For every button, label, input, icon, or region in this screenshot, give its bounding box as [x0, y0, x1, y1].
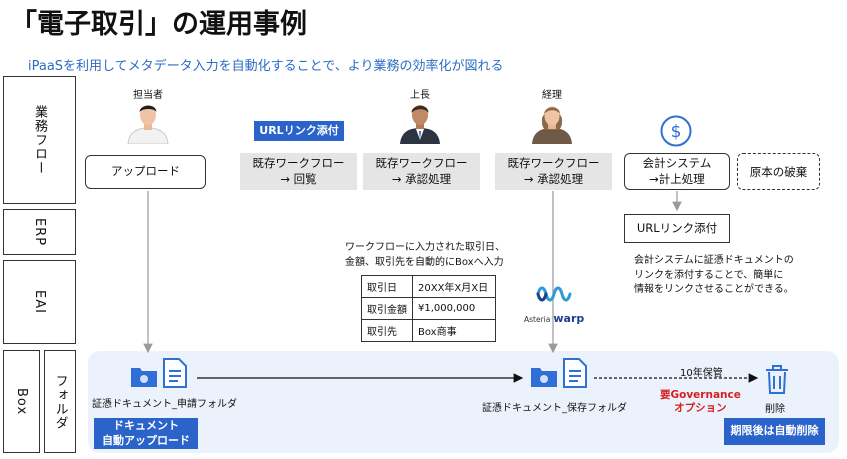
store-folder-caption: 証憑ドキュメント_保存フォルダ [482, 403, 627, 414]
upload-box: アップロード [85, 155, 206, 189]
destroy-original-box: 原本の破棄 [737, 153, 820, 190]
apply-folder-caption: 証憑ドキュメント_申請フォルダ [92, 399, 237, 410]
dollar-icon: $ [660, 115, 692, 147]
person-label-accounting: 経理 [542, 90, 562, 101]
asteria-warp-logo-text: Asteria warp [524, 312, 585, 325]
owner-person-icon [127, 105, 169, 144]
workflow-accounting-box: 既存ワークフロー → 承認処理 [495, 153, 612, 190]
apply-folder-icon [131, 368, 157, 387]
asteria-warp-logo-icon [536, 286, 572, 302]
apply-document-icon [163, 358, 187, 388]
table-row: 取引先 Box商事 [361, 319, 496, 342]
workflow-view-box: 既存ワークフロー → 回覧 [240, 153, 357, 190]
metadata-table: 取引日 20XX年X月X日 取引金額 ¥1,000,000 取引先 Box商事 [361, 275, 496, 342]
workflow-input-note: ワークフローに入力された取引日、 金額、取引先を自動的にBoxへ入力 [345, 242, 505, 268]
store-document-icon [563, 358, 587, 388]
svg-text:$: $ [671, 122, 682, 142]
auto-delete-tag: 期限後は自動削除 [724, 418, 825, 445]
url-link-tag: URLリンク添付 [254, 121, 344, 141]
table-row: 取引金額 ¥1,000,000 [361, 297, 496, 320]
erp-note: 会計システムに証憑ドキュメントの リンクを添付することで、簡単に 情報をリンクさ… [634, 255, 794, 295]
table-row: 取引日 20XX年X月X日 [361, 275, 496, 298]
delete-label: 削除 [765, 404, 785, 415]
store-folder-icon [531, 368, 557, 387]
erp-url-link-box: URLリンク添付 [624, 214, 730, 243]
accounting-system-box: 会計システム →計上処理 [624, 153, 730, 190]
person-label-owner: 担当者 [133, 90, 163, 101]
retention-label: 10年保管 [680, 368, 723, 379]
person-label-boss: 上長 [410, 90, 430, 101]
governance-option-label: 要Governance オプション [660, 389, 741, 415]
auto-upload-tag: ドキュメント 自動アップロード [94, 418, 198, 449]
workflow-approve-box: 既存ワークフロー → 承認処理 [363, 153, 480, 190]
boss-person-icon [400, 105, 440, 144]
trash-icon [766, 365, 788, 394]
accounting-person-icon [532, 106, 572, 144]
